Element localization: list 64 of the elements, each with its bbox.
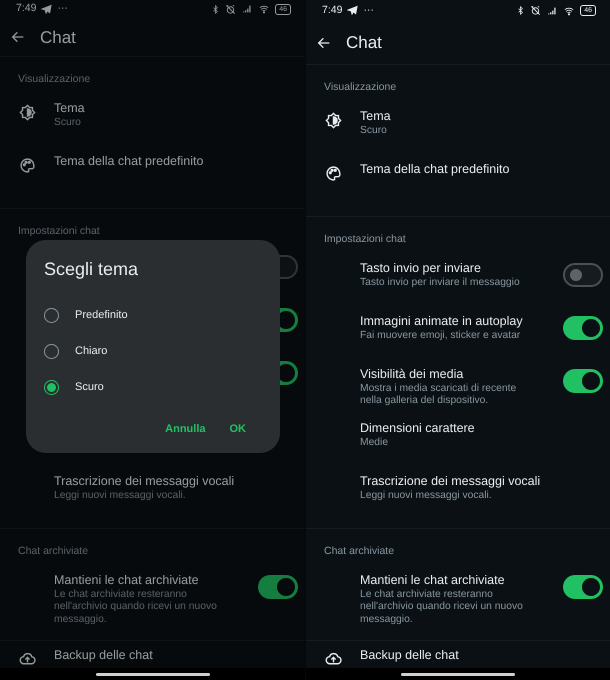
setting-title: Tema bbox=[360, 108, 392, 125]
section-header: Impostazioni chat bbox=[323, 232, 407, 247]
setting-title: Tema della chat predefinito bbox=[54, 153, 204, 170]
setting-description: Scuro bbox=[360, 125, 388, 138]
setting-title: Trascrizione dei messaggi vocali bbox=[360, 472, 542, 490]
toggle-switch[interactable] bbox=[563, 574, 603, 598]
more-notifications: ··· bbox=[57, 1, 68, 16]
setting-description: Fai muovere emoji, sticker e avatar bbox=[360, 330, 522, 342]
palette-icon bbox=[324, 165, 342, 182]
status-time: 7:49 bbox=[322, 2, 342, 18]
setting-title: Backup delle chat bbox=[360, 647, 460, 664]
setting-title: Dimensioni carattere bbox=[360, 420, 476, 437]
toggle-switch[interactable] bbox=[563, 262, 603, 287]
wifi-icon bbox=[258, 4, 270, 14]
setting-description: Le chat archiviate resteranno nell'archivio quando ricevi un nuovo messaggio. bbox=[360, 588, 523, 626]
setting-title: Trascrizione dei messaggi vocali bbox=[54, 472, 236, 490]
setting-description: Leggi nuovi messaggi vocali. bbox=[54, 490, 187, 502]
screen-title: Chat bbox=[40, 26, 76, 49]
bluetooth-icon bbox=[211, 4, 220, 15]
setting-title: Tema bbox=[54, 100, 86, 117]
setting-title: Tasto invio per inviare bbox=[360, 260, 482, 277]
setting-title: Immagini animate in autoplay bbox=[360, 312, 523, 330]
radio-circle[interactable] bbox=[44, 380, 59, 394]
home-indicator[interactable] bbox=[96, 672, 210, 676]
section-header: Chat archiviate bbox=[323, 544, 396, 559]
setting-description: Leggi nuovi messaggi vocali. bbox=[360, 490, 493, 502]
signal-icon bbox=[241, 4, 254, 14]
setting-title: Mantieni le chat archiviate bbox=[54, 572, 200, 588]
screen-title: Chat bbox=[346, 32, 382, 54]
toggle-switch[interactable] bbox=[258, 574, 298, 598]
wifi-icon bbox=[563, 6, 576, 16]
setting-description: Medie bbox=[360, 436, 390, 450]
setting-description: Tasto invio per inviare il messaggio bbox=[360, 276, 521, 290]
setting-title: Tema della chat predefinito bbox=[360, 161, 510, 178]
signal-icon bbox=[546, 6, 558, 16]
radio-option[interactable]: Chiaro bbox=[44, 333, 262, 369]
toggle-switch[interactable] bbox=[563, 316, 603, 340]
theme-icon bbox=[324, 112, 342, 129]
radio-option[interactable]: Scuro bbox=[44, 369, 262, 405]
setting-title: Backup delle chat bbox=[54, 647, 154, 664]
home-indicator[interactable] bbox=[401, 672, 515, 676]
section-header: Chat archiviate bbox=[17, 544, 90, 559]
dialog-button[interactable]: OK bbox=[230, 421, 246, 438]
radio-circle[interactable] bbox=[44, 344, 59, 358]
radio-option[interactable]: Predefinito bbox=[44, 297, 262, 333]
toggle-switch[interactable] bbox=[563, 368, 603, 393]
section-header: Impostazioni chat bbox=[17, 224, 101, 239]
setting-title: Visibilità dei media bbox=[360, 366, 464, 383]
dialog-button[interactable]: Annulla bbox=[165, 421, 206, 438]
theme-icon bbox=[18, 104, 36, 121]
more-notifications: ··· bbox=[363, 2, 374, 18]
palette-icon bbox=[18, 157, 36, 174]
bluetooth-icon bbox=[516, 5, 526, 16]
radio-circle[interactable] bbox=[44, 308, 59, 322]
section-header: Visualizzazione bbox=[323, 80, 398, 96]
section-header: Visualizzazione bbox=[17, 72, 92, 88]
setting-description: Scuro bbox=[54, 117, 82, 130]
setting-description: Mostra i media scaricati di recente nella galleria del dispositivo. bbox=[360, 382, 518, 408]
muted-alarm-icon bbox=[530, 5, 542, 16]
dialog-title: Scegli tema bbox=[44, 258, 140, 281]
status-time: 7:49 bbox=[16, 1, 36, 16]
setting-description: Le chat archiviate resteranno nell'archivio quando ricevi un nuovo messaggio. bbox=[54, 588, 218, 626]
setting-title: Mantieni le chat archiviate bbox=[360, 572, 506, 588]
muted-alarm-icon bbox=[225, 4, 236, 15]
